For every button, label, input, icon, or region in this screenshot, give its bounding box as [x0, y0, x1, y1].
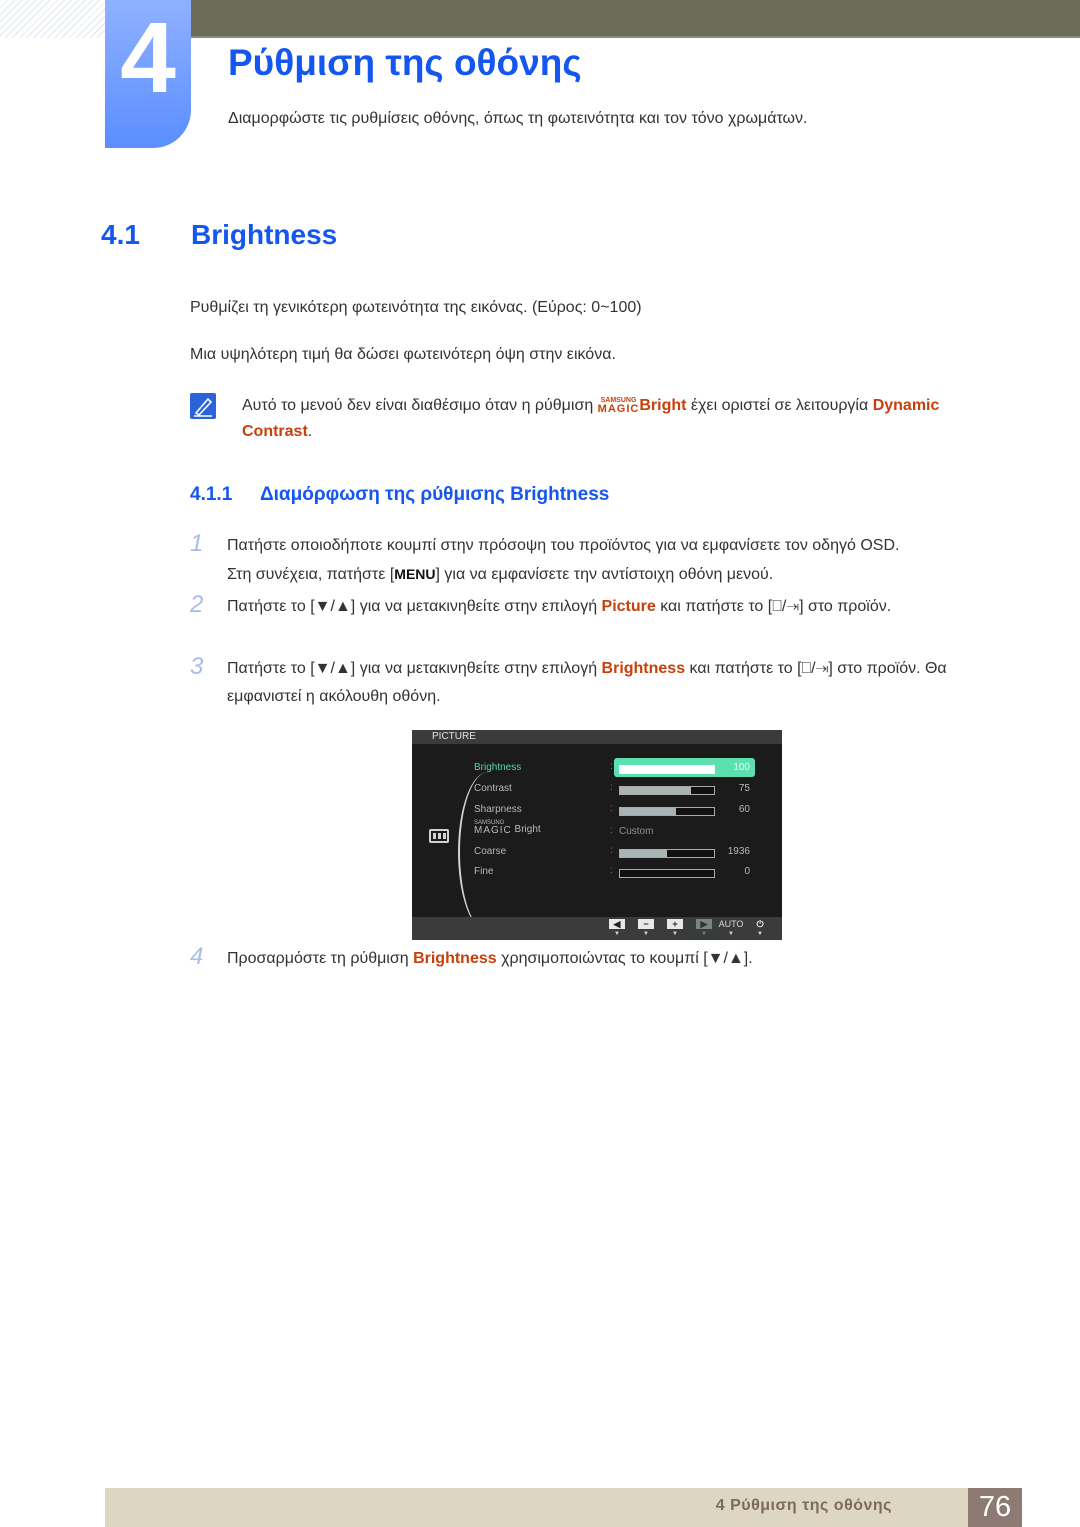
osd-slider[interactable]	[619, 849, 715, 858]
osd-row-sharpness[interactable]: Sharpness : 60	[474, 800, 774, 820]
header-bar	[190, 0, 1080, 38]
osd-row-magic-bright[interactable]: SAMSUNG MAGIC Bright : Custom	[474, 820, 774, 840]
step-number: 3	[190, 653, 204, 680]
page-footer: 4 Ρύθμιση της οθόνης 76	[105, 1488, 1022, 1527]
down-indicator-icon: ▼	[614, 931, 620, 937]
menu-key: MENU	[394, 566, 436, 582]
down-indicator-icon: ▼	[728, 931, 734, 937]
brightness-highlight: Brightness	[601, 660, 686, 677]
section-number: 4.1	[101, 219, 140, 250]
step-2: 2 Πατήστε το [▼/▲] για να μετακινηθείτε …	[190, 591, 892, 618]
left-arrow-icon[interactable]: ◀	[609, 919, 625, 929]
footer-chapter-label: 4 Ρύθμιση της οθόνης	[715, 1497, 892, 1514]
subsection-title: Διαμόρφωση της ρύθμισης Brightness	[260, 484, 610, 505]
right-arrow-icon[interactable]: ▶	[696, 919, 712, 929]
osd-row-brightness[interactable]: Brightness : 100	[474, 758, 774, 778]
picture-menu-icon	[429, 829, 449, 843]
down-indicator-icon: ▼	[757, 931, 763, 937]
osd-row-fine[interactable]: Fine : 0	[474, 862, 774, 882]
osd-slider-fill	[620, 850, 667, 857]
power-icon[interactable]: ⏻	[752, 919, 768, 929]
down-indicator-icon: ▼	[672, 931, 678, 937]
subsection-number: 4.1.1	[190, 484, 233, 505]
osd-slider[interactable]	[619, 786, 715, 795]
auto-button[interactable]: AUTO	[718, 919, 744, 929]
samsung-magic-logo: SAMSUNG MAGIC	[474, 820, 512, 836]
step-number: 4	[190, 943, 204, 970]
osd-slider-fill	[620, 766, 714, 773]
note-text: Αυτό το μενού δεν είναι διαθέσιμο όταν η…	[242, 397, 940, 440]
brightness-highlight: Brightness	[413, 950, 497, 967]
decorative-hatch	[0, 0, 105, 38]
step-1: 1 Πατήστε οποιοδήποτε κουμπί στην πρόσοψ…	[190, 530, 900, 583]
picture-highlight: Picture	[601, 598, 656, 615]
samsung-magic-logo: SAMSUNG MAGIC	[597, 397, 640, 415]
osd-slider-fill	[620, 787, 691, 794]
step-number: 2	[190, 591, 204, 618]
osd-slider[interactable]	[619, 869, 715, 878]
section-paragraph: Μια υψηλότερη τιμή θα δώσει φωτεινότερη …	[190, 346, 616, 363]
osd-slider-fill	[620, 808, 677, 815]
section-paragraph: Ρυθμίζει τη γενικότερη φωτεινότητα της ε…	[190, 299, 642, 316]
step-number: 1	[190, 530, 204, 557]
note-pencil-icon	[190, 393, 216, 419]
down-indicator-icon: ▼	[701, 931, 707, 937]
page-number: 76	[968, 1488, 1022, 1527]
osd-row-contrast[interactable]: Contrast : 75	[474, 779, 774, 799]
chapter-title: Ρύθμιση της οθόνης	[228, 42, 582, 83]
osd-row-coarse[interactable]: Coarse : 1936	[474, 842, 774, 862]
step-3: 3 Πατήστε το [▼/▲] για να μετακινηθείτε …	[190, 653, 947, 705]
subsection-heading: 4.1.1 Διαμόρφωση της ρύθμισης Brightness	[190, 484, 609, 506]
down-indicator-icon: ▼	[643, 931, 649, 937]
minus-icon[interactable]: −	[638, 919, 654, 929]
osd-header: PICTURE	[412, 730, 782, 744]
osd-button-bar: ◀ − + ▶ AUTO ⏻ ▼ ▼ ▼ ▼ ▼ ▼	[412, 917, 782, 940]
magic-bright-highlight: Bright	[639, 397, 687, 414]
osd-picture-menu: PICTURE Brightness : 100 Contrast : 75 S…	[412, 730, 782, 940]
osd-slider[interactable]	[619, 765, 715, 774]
step-4: 4 Προσαρμόστε τη ρύθμιση Brightness χρησ…	[190, 943, 753, 970]
plus-icon[interactable]: +	[667, 919, 683, 929]
osd-header-label: PICTURE	[432, 731, 476, 742]
section-title: Brightness	[191, 219, 338, 250]
osd-slider[interactable]	[619, 807, 715, 816]
chapter-badge: 4	[105, 0, 191, 148]
chapter-subtitle: Διαμορφώστε τις ρυθμίσεις οθόνης, όπως τ…	[228, 110, 808, 127]
chapter-number: 4	[120, 2, 176, 114]
